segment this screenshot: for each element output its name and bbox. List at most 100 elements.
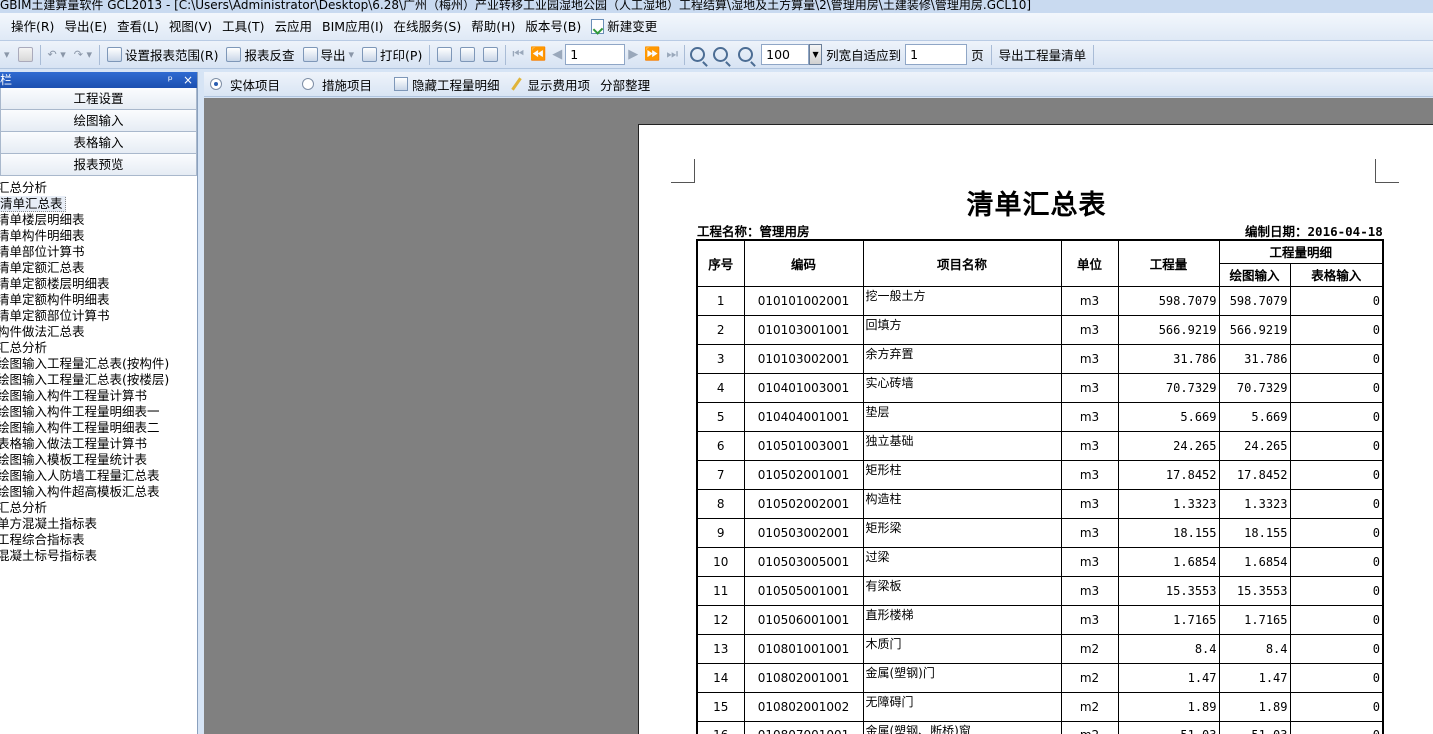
cell-code: 010807001001: [743, 720, 864, 734]
report-tree-item[interactable]: 单方混凝土指标表: [0, 516, 197, 532]
page-number-input[interactable]: [565, 44, 626, 65]
save-icon[interactable]: [14, 43, 37, 67]
prev-page-icon[interactable]: ◀: [549, 47, 565, 62]
redo-icon[interactable]: ↷ ▾: [70, 43, 96, 67]
cell-code: 010801001001: [743, 633, 864, 664]
report-tree-item[interactable]: 汇总分析: [0, 500, 197, 516]
menu-item[interactable]: 工具(T): [217, 13, 269, 41]
report-tree-item[interactable]: 清单定额楼层明细表: [0, 276, 197, 292]
panel-title: 栏: [0, 73, 13, 87]
cell-draw: 17.8452: [1218, 459, 1291, 490]
cell-table: 0: [1289, 575, 1384, 606]
next-page-icon[interactable]: ▶: [625, 47, 641, 62]
single-page-view-icon[interactable]: [433, 43, 456, 67]
set-range-button[interactable]: 设置报表范围(R): [103, 43, 222, 67]
report-tree-item[interactable]: 清单汇总表: [0, 196, 197, 212]
report-tree-item[interactable]: 汇总分析: [0, 340, 197, 356]
two-page-view-icon[interactable]: [456, 43, 479, 67]
zoom-out-icon[interactable]: [713, 47, 729, 62]
report-tree-item[interactable]: 绘图输入构件工程量明细表一: [0, 404, 197, 420]
cell-seq: 15: [696, 691, 745, 722]
menu-item[interactable]: 操作(R): [6, 13, 59, 41]
export-button[interactable]: 导出 ▾: [299, 43, 359, 67]
cell-unit: m3: [1060, 285, 1119, 316]
project-label: 工程名称：: [697, 224, 760, 239]
menu-item[interactable]: 视图(V): [164, 13, 217, 41]
show-cost-button[interactable]: 显示费用项: [510, 75, 591, 94]
panel-nav-button[interactable]: 表格输入: [0, 132, 197, 154]
fit-width-input[interactable]: [905, 44, 968, 65]
table-row: 4 010401003001 实心砖墙 m3 70.7329 70.7329 0: [696, 372, 1384, 403]
report-tree-item[interactable]: 构件做法汇总表: [0, 324, 197, 340]
menu-item[interactable]: 查看(L): [112, 13, 164, 41]
next-fast-icon[interactable]: ⏩: [641, 47, 663, 62]
report-tree-item[interactable]: 绘图输入模板工程量统计表: [0, 452, 197, 468]
panel-header: 栏 ᵖ ×: [0, 72, 197, 88]
last-page-icon[interactable]: ⏭: [663, 47, 681, 62]
report-tree-item[interactable]: 工程综合指标表: [0, 532, 197, 548]
report-title: 清单汇总表: [966, 190, 1107, 221]
menu-item[interactable]: 云应用: [270, 13, 318, 41]
prev-fast-icon[interactable]: ⏪: [527, 47, 549, 62]
cell-name: 木质门: [862, 633, 1062, 664]
panel-nav-button[interactable]: 工程设置: [0, 88, 197, 110]
print-button[interactable]: 打印(P): [358, 43, 426, 67]
report-tree-item[interactable]: 清单构件明细表: [0, 228, 197, 244]
section-organize-button[interactable]: 分部整理: [600, 75, 650, 94]
report-tree-item[interactable]: 汇总分析: [0, 180, 197, 196]
report-tree-item[interactable]: 绘图输入构件工程量明细表二: [0, 420, 197, 436]
report-tree-label: 清单定额部位计算书: [0, 308, 110, 323]
report-tree-item[interactable]: 绘图输入人防墙工程量汇总表: [0, 468, 197, 484]
table-body: 1 010101002001 挖一般土方 m3 598.7079 598.7079 0 2 01…: [696, 285, 1384, 734]
report-tree-item[interactable]: 绘图输入构件超高模板汇总表: [0, 484, 197, 500]
report-tree-item[interactable]: 绘图输入工程量汇总表(按构件): [0, 356, 197, 372]
export-list-button[interactable]: 导出工程量清单: [995, 43, 1091, 67]
close-icon[interactable]: ×: [183, 72, 193, 88]
panel-nav-button[interactable]: 绘图输入: [0, 110, 197, 132]
first-page-icon[interactable]: ⏮: [509, 47, 527, 62]
menu-item[interactable]: 帮助(H): [466, 13, 520, 41]
menu-item[interactable]: 导出(E): [59, 13, 112, 41]
table-row: 11 010505001001 有梁板 m3 15.3553 15.3553 0: [696, 575, 1384, 606]
multi-page-view-icon[interactable]: [479, 43, 502, 67]
reverse-check-button[interactable]: 报表反查: [222, 43, 298, 67]
menu-item[interactable]: 版本号(B): [520, 13, 586, 41]
summary-table: 序号 编码 项目名称 单位 工程量 工程量明细 绘图输入 表格输入 1 01010…: [696, 239, 1384, 734]
table-row: 13 010801001001 木质门 m2 8.4 8.4 0: [696, 633, 1384, 664]
report-tree-item[interactable]: 清单楼层明细表: [0, 212, 197, 228]
zoom-dropdown-icon[interactable]: ▼: [809, 44, 823, 65]
panel-nav-button[interactable]: 报表预览: [0, 154, 197, 176]
entity-items-radio[interactable]: 实体项目: [210, 75, 280, 94]
panel-buttons: 工程设置 绘图输入 表格输入 报表预览: [0, 88, 197, 176]
menu-item[interactable]: 在线服务(S): [389, 13, 467, 41]
report-tree-item[interactable]: 表格输入做法工程量计算书: [0, 436, 197, 452]
dropdown-arrow-icon[interactable]: ▾: [0, 43, 14, 67]
date-label: 编制日期：: [1245, 224, 1308, 239]
report-tree-item[interactable]: 清单部位计算书: [0, 244, 197, 260]
header-qty: 工程量: [1117, 239, 1220, 287]
radio-selected-icon: [210, 78, 222, 90]
cell-draw: 5.669: [1218, 401, 1291, 432]
report-tree-item[interactable]: 绘图输入工程量汇总表(按楼层): [0, 372, 197, 388]
hide-detail-button[interactable]: 隐藏工程量明细: [394, 75, 500, 94]
menu-item[interactable]: BIM应用(I): [317, 13, 389, 41]
zoom-in-icon[interactable]: [690, 47, 706, 62]
report-tree-item[interactable]: 绘图输入构件工程量计算书: [0, 388, 197, 404]
zoom-input[interactable]: [761, 44, 810, 65]
table-row: 5 010404001001 垫层 m3 5.669 5.669 0: [696, 401, 1384, 432]
new-change-menu-item[interactable]: 新建变更: [586, 13, 662, 41]
cell-qty: 70.7329: [1117, 372, 1220, 403]
cell-name: 独立基础: [862, 430, 1062, 461]
report-tree-item[interactable]: 清单定额部位计算书: [0, 308, 197, 324]
cell-qty: 1.47: [1117, 662, 1220, 693]
report-tree-label: 清单定额汇总表: [0, 260, 85, 275]
menu-bar: 操作(R) 导出(E) 查看(L) 视图(V) 工具(T) 云应用 BIM应用(I) 在线服务…: [0, 13, 1433, 41]
measure-items-radio[interactable]: 措施项目: [302, 75, 372, 94]
report-tree-item[interactable]: 清单定额汇总表: [0, 260, 197, 276]
pin-icon[interactable]: ᵖ: [168, 72, 173, 88]
report-tree-item[interactable]: 清单定额构件明细表: [0, 292, 197, 308]
toolbar-separator: [99, 44, 101, 65]
zoom-icon[interactable]: [738, 47, 754, 62]
undo-icon[interactable]: ↶ ▾: [44, 43, 70, 67]
report-tree-item[interactable]: 混凝土标号指标表: [0, 548, 197, 564]
